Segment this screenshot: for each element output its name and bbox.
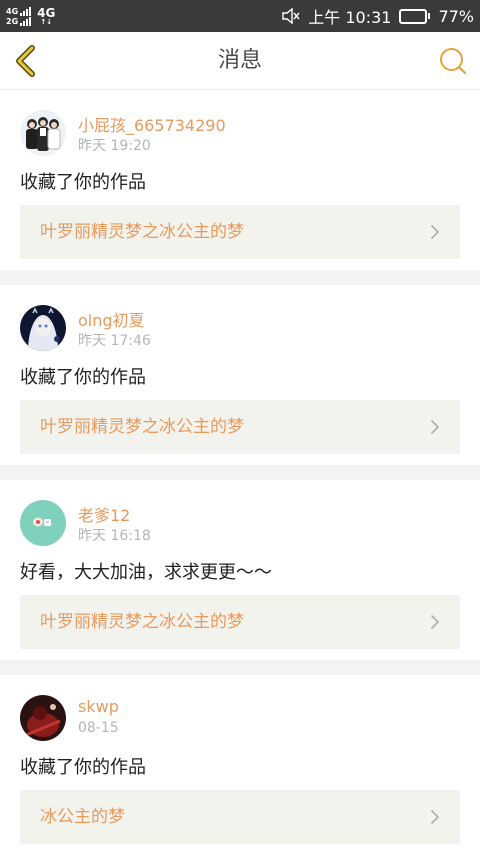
nav-bar: 消息 — [0, 32, 480, 90]
message-text: 收藏了你的作品 — [20, 757, 146, 778]
message-time: 08-15 — [78, 720, 119, 736]
status-bar-left: 4G 2G 4G ↑↓ — [6, 4, 55, 28]
message-text: 收藏了你的作品 — [20, 367, 146, 388]
signal-bars-icon — [20, 6, 32, 16]
chevron-right-icon — [431, 615, 439, 629]
search-button[interactable] — [438, 46, 468, 76]
status-bar-right: 上午 10:31 77% — [282, 0, 474, 32]
anime-girl-avatar — [20, 305, 66, 351]
page-title: 消息 — [217, 48, 262, 73]
user-avatar[interactable] — [20, 695, 66, 741]
data-arrows-icon: ↑↓ — [40, 17, 53, 26]
signal-row-bottom: 2G — [6, 16, 32, 26]
user-avatar[interactable] — [20, 305, 66, 351]
mute-icon — [282, 8, 300, 24]
work-title: 叶罗丽精灵梦之冰公主的梦 — [40, 417, 244, 437]
search-icon — [440, 48, 467, 75]
network-indicator: 4G ↑↓ — [37, 7, 55, 26]
work-link[interactable]: 叶罗丽精灵梦之冰公主的梦 — [20, 595, 460, 649]
work-title: 叶罗丽精灵梦之冰公主的梦 — [40, 612, 244, 632]
message-list[interactable]: 小屁孩_665734290 昨天 19:20 收藏了你的作品 叶罗丽精灵梦之冰公… — [0, 90, 480, 854]
chevron-right-icon — [431, 810, 439, 824]
work-link[interactable]: 叶罗丽精灵梦之冰公主的梦 — [20, 400, 460, 454]
username[interactable]: 老爹12 — [78, 502, 130, 526]
teal-cartoon-avatar — [20, 500, 66, 546]
username[interactable]: 小屁孩_665734290 — [78, 112, 226, 136]
username[interactable]: olng初夏 — [78, 307, 145, 331]
signal-label-top: 4G — [6, 6, 19, 16]
battery-icon — [399, 8, 431, 24]
group-photo-avatar — [20, 110, 66, 156]
signal-bars-icon — [20, 16, 32, 26]
clock: 上午 10:31 — [308, 8, 392, 27]
user-avatar[interactable] — [20, 110, 66, 156]
message-text: 好看，大大加油，求求更更～～ — [20, 562, 272, 583]
chevron-right-icon — [431, 225, 439, 239]
chevron-right-icon — [431, 420, 439, 434]
signal-label-bottom: 2G — [6, 16, 19, 26]
dark-red-avatar — [20, 695, 66, 741]
work-title: 冰公主的梦 — [40, 807, 125, 827]
message-item: olng初夏 昨天 17:46 收藏了你的作品 叶罗丽精灵梦之冰公主的梦 — [0, 285, 480, 465]
message-item: skwp 08-15 收藏了你的作品 冰公主的梦 — [0, 675, 480, 854]
user-avatar[interactable] — [20, 500, 66, 546]
message-time: 昨天 16:18 — [78, 528, 151, 544]
work-link[interactable]: 冰公主的梦 — [20, 790, 460, 844]
message-item: 小屁孩_665734290 昨天 19:20 收藏了你的作品 叶罗丽精灵梦之冰公… — [0, 90, 480, 270]
message-text: 收藏了你的作品 — [20, 172, 146, 193]
signal-group: 4G 2G — [6, 6, 32, 26]
status-bar: 4G 2G 4G ↑↓ 上午 10:31 77% — [0, 0, 480, 32]
message-time: 昨天 17:46 — [78, 333, 151, 349]
username[interactable]: skwp — [78, 697, 119, 716]
battery-percent: 77% — [438, 6, 474, 26]
work-link[interactable]: 叶罗丽精灵梦之冰公主的梦 — [20, 205, 460, 259]
message-item: 老爹12 昨天 16:18 好看，大大加油，求求更更～～ 叶罗丽精灵梦之冰公主的… — [0, 480, 480, 660]
back-button[interactable] — [10, 44, 44, 78]
signal-row-top: 4G — [6, 6, 32, 16]
work-title: 叶罗丽精灵梦之冰公主的梦 — [40, 222, 244, 242]
message-time: 昨天 19:20 — [78, 138, 151, 154]
